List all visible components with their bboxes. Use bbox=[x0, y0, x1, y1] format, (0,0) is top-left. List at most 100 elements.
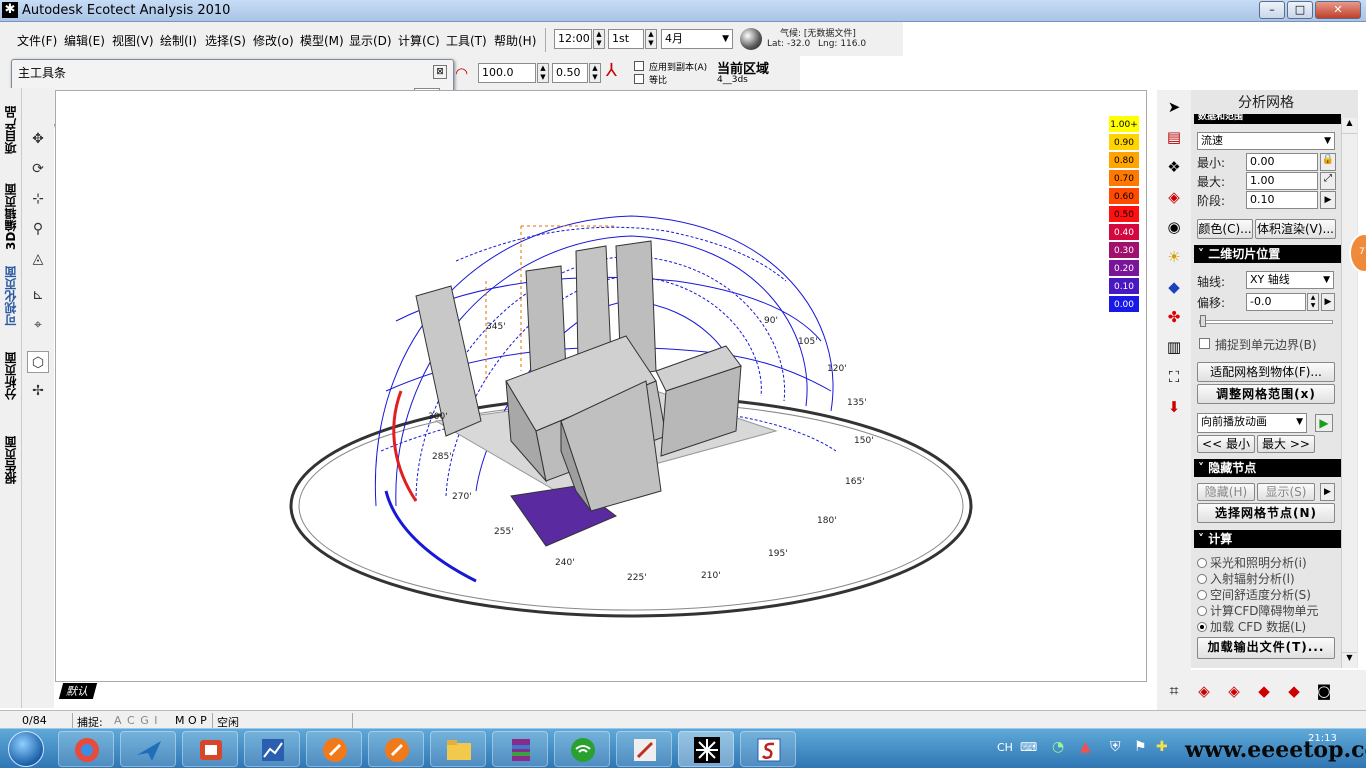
select-nodes-button[interactable]: 选择网格节点(N) bbox=[1197, 503, 1335, 523]
scroll-down-icon[interactable]: ▼ bbox=[1342, 652, 1357, 668]
flag-icon[interactable]: ⚑ bbox=[1134, 739, 1147, 755]
shield-icon[interactable]: ⛨ bbox=[1110, 739, 1121, 755]
perspective-icon[interactable]: ◬ bbox=[27, 248, 49, 270]
time-spinner[interactable]: ▲ ▼ bbox=[593, 29, 605, 49]
objects-icon[interactable]: ❖ bbox=[1161, 154, 1187, 180]
menu-select[interactable]: 选择(S) bbox=[205, 32, 246, 49]
orbit-icon[interactable]: ⟳ bbox=[27, 158, 49, 180]
maximize-button[interactable]: □ bbox=[1287, 1, 1313, 19]
plus-tray-icon[interactable]: ✚ bbox=[1156, 739, 1168, 755]
increment-field[interactable]: 0.50 bbox=[552, 63, 588, 83]
taskbar-app-s[interactable] bbox=[740, 731, 796, 767]
fit-icon[interactable]: ⤢ bbox=[1320, 172, 1336, 190]
tab-default[interactable]: 默认 bbox=[58, 683, 98, 699]
offset-menu-icon[interactable]: ▶ bbox=[1321, 293, 1335, 311]
day-spinner[interactable]: ▲ ▼ bbox=[645, 29, 657, 49]
step-menu-icon[interactable]: ▶ bbox=[1320, 191, 1336, 209]
apply-copy-checkbox[interactable] bbox=[634, 61, 644, 71]
show-button[interactable]: 显示(S) bbox=[1257, 483, 1315, 501]
tab-visualise[interactable]: 可视化页面 bbox=[2, 256, 19, 326]
step-min-button[interactable]: << 最小 bbox=[1197, 435, 1255, 453]
axis-tripod-icon[interactable]: ⅄ bbox=[606, 60, 630, 84]
network-tray-icon[interactable]: ◔ bbox=[1052, 739, 1064, 755]
shaded-icon[interactable]: ◈ bbox=[1221, 678, 1247, 704]
3d-viewport[interactable]: 90' 105' 120' 135' 150' 165' 180' 195' 210' 225' 2… bbox=[55, 90, 1147, 682]
axis-select[interactable]: XY 轴线 ▼ bbox=[1246, 271, 1334, 289]
magnet-icon[interactable]: ◠ bbox=[455, 64, 475, 82]
target-icon[interactable]: ⌖ bbox=[27, 314, 49, 336]
radio-load-cfd[interactable]: 加载 CFD 数据(L) bbox=[1197, 618, 1347, 635]
menu-tools[interactable]: 工具(T) bbox=[446, 32, 487, 49]
data-range-header[interactable]: 数据和范围 bbox=[1194, 114, 1341, 124]
taskbar-app-sketch[interactable] bbox=[616, 731, 672, 767]
offset-field[interactable]: -0.0 bbox=[1246, 293, 1306, 311]
scroll-up-icon[interactable]: ▲ bbox=[1342, 118, 1357, 134]
play-icon[interactable]: ▶ bbox=[1315, 414, 1333, 432]
offset-slider[interactable] bbox=[1199, 320, 1333, 324]
lock-icon[interactable]: 🔒 bbox=[1320, 153, 1336, 171]
color-button[interactable]: 颜色(C)... bbox=[1197, 219, 1253, 239]
time-field[interactable]: 12:00 bbox=[554, 29, 592, 49]
tab-project[interactable]: 项目产品 bbox=[2, 94, 19, 154]
increment-spinner[interactable]: ▲ ▼ bbox=[589, 63, 601, 83]
keyboard-icon[interactable]: ⌨ bbox=[1020, 740, 1037, 754]
sun-icon[interactable]: ☀ bbox=[1161, 244, 1187, 270]
menu-modify[interactable]: 修改(o) bbox=[253, 32, 294, 49]
offset-slider-thumb[interactable] bbox=[1200, 315, 1206, 327]
cube-blue-icon[interactable]: ◆ bbox=[1161, 274, 1187, 300]
tab-analysis[interactable]: 分析页面 bbox=[2, 340, 19, 400]
radio-comfort[interactable]: 空间舒适度分析(S) bbox=[1197, 586, 1347, 603]
menu-edit[interactable]: 编辑(E) bbox=[64, 32, 105, 49]
calculate-header[interactable]: ˅ 计算 bbox=[1194, 530, 1341, 548]
pointer-icon[interactable]: ➤ bbox=[1161, 94, 1187, 120]
menu-display[interactable]: 显示(D) bbox=[349, 32, 392, 49]
scale-spinner[interactable]: ▲ ▼ bbox=[537, 63, 549, 83]
radio-cfd-cells[interactable]: 计算CFD障碍物单元 bbox=[1197, 602, 1347, 619]
textured-icon[interactable]: ◆ bbox=[1251, 678, 1277, 704]
wireframe-icon[interactable]: ⌗ bbox=[1161, 678, 1187, 704]
close-icon[interactable]: ⊠ bbox=[433, 65, 447, 79]
panel-scrollbar[interactable]: ▲ ▼ bbox=[1341, 118, 1357, 668]
layers-icon[interactable]: ▤ bbox=[1161, 124, 1187, 150]
menu-draw[interactable]: 绘制(I) bbox=[160, 32, 197, 49]
globe-icon[interactable] bbox=[740, 28, 762, 50]
proportional-checkbox[interactable] bbox=[634, 74, 644, 84]
axes-icon[interactable]: ⊾ bbox=[27, 284, 49, 306]
report-icon[interactable]: ⬇ bbox=[1161, 394, 1187, 420]
adjust-grid-button[interactable]: 调整网格范围(x) bbox=[1197, 384, 1335, 404]
pan-icon[interactable]: ⊹ bbox=[27, 188, 49, 210]
taskbar-app-bird[interactable] bbox=[120, 731, 176, 767]
taskbar-app-ecotect[interactable] bbox=[678, 731, 734, 767]
taskbar-app-thunder[interactable] bbox=[306, 731, 362, 767]
rendered-icon[interactable]: ◆ bbox=[1281, 678, 1307, 704]
camera-icon[interactable]: ◙ bbox=[1311, 678, 1337, 704]
model-scene[interactable]: 90' 105' 120' 135' 150' 165' 180' 195' 210' 225' 2… bbox=[56, 91, 1148, 683]
menu-view[interactable]: 视图(V) bbox=[112, 32, 154, 49]
taskbar-app-chrome[interactable] bbox=[58, 731, 114, 767]
step-field[interactable]: 0.10 bbox=[1246, 191, 1318, 209]
taskbar-app-winrar[interactable] bbox=[492, 731, 548, 767]
start-button[interactable] bbox=[4, 729, 48, 769]
fit-grid-button[interactable]: 适配网格到物体(F)... bbox=[1197, 362, 1335, 382]
hide-button[interactable]: 隐藏(H) bbox=[1197, 483, 1255, 501]
hide-menu-icon[interactable]: ▶ bbox=[1320, 483, 1335, 501]
animation-select[interactable]: 向前播放动画 ▼ bbox=[1197, 413, 1307, 433]
zones-icon[interactable]: ⛶ bbox=[1161, 364, 1187, 390]
volume-render-button[interactable]: 体积渲染(V)... bbox=[1255, 219, 1336, 239]
move-icon[interactable]: ✥ bbox=[27, 128, 49, 150]
tab-report[interactable]: 报告页面 bbox=[2, 424, 19, 484]
minimize-button[interactable]: – bbox=[1259, 1, 1285, 19]
radio-radiation[interactable]: 入射辐射分析(l) bbox=[1197, 570, 1347, 587]
offset-spinner[interactable]: ▲ ▼ bbox=[1307, 293, 1319, 311]
tab-3d-editor[interactable]: 3D编辑页面 bbox=[2, 180, 19, 250]
day-field[interactable]: 1st bbox=[608, 29, 644, 49]
bin-icon[interactable]: ▥ bbox=[1161, 334, 1187, 360]
data-select[interactable]: 流速 ▼ bbox=[1197, 132, 1335, 150]
menu-calculate[interactable]: 计算(C) bbox=[398, 32, 440, 49]
radio-lighting[interactable]: 采光和照明分析(i) bbox=[1197, 554, 1347, 571]
cube-icon[interactable]: ⬡ bbox=[27, 351, 49, 373]
hidden-line-icon[interactable]: ◈ bbox=[1191, 678, 1217, 704]
network-icon[interactable]: ✤ bbox=[1161, 304, 1187, 330]
hide-nodes-header[interactable]: ˅ 隐藏节点 bbox=[1194, 459, 1341, 477]
menu-help[interactable]: 帮助(H) bbox=[494, 32, 536, 49]
